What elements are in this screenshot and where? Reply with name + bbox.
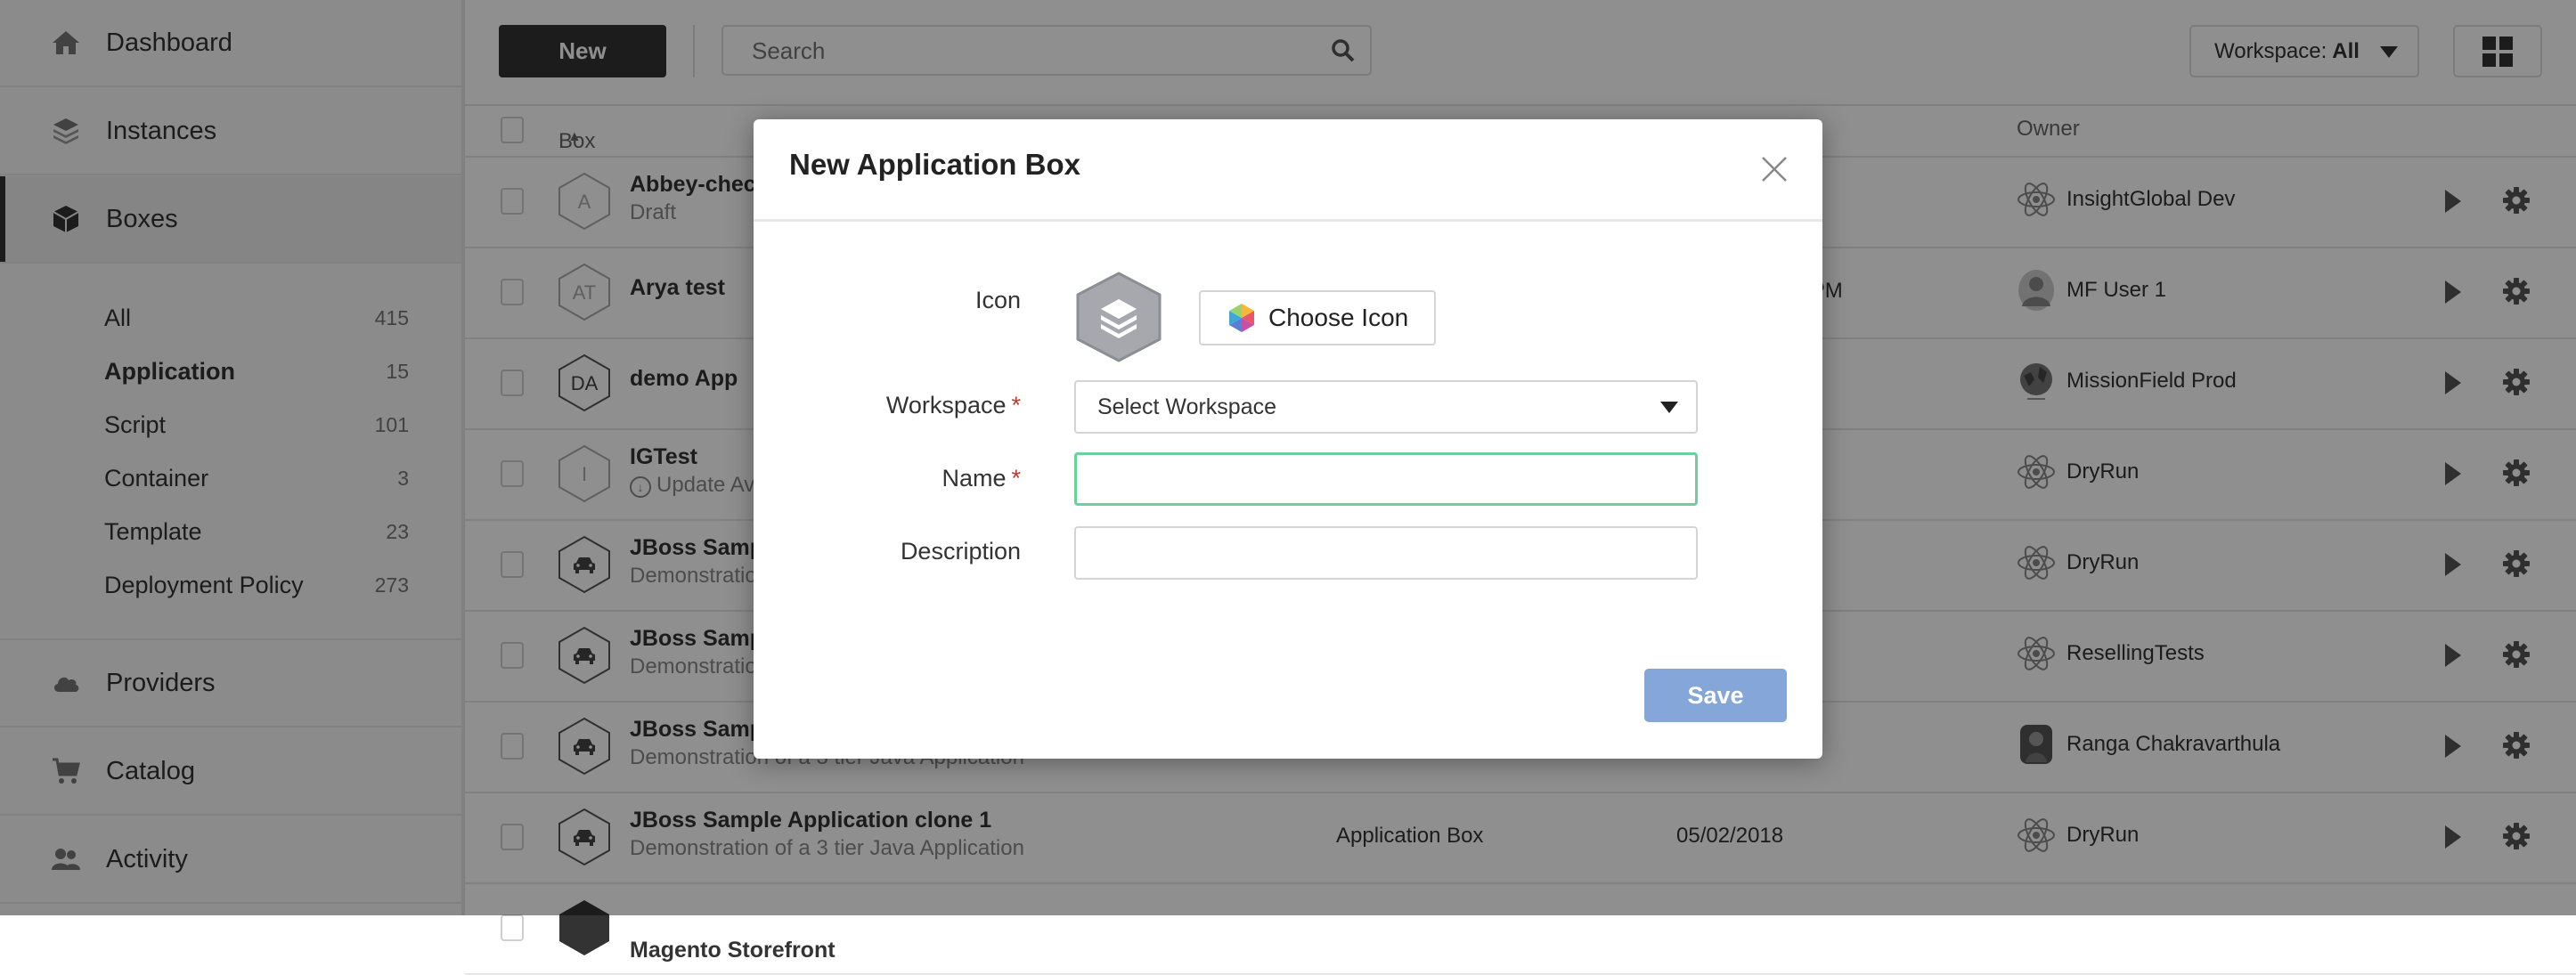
choose-icon-button[interactable]: Choose Icon bbox=[1199, 290, 1436, 345]
modal-title: New Application Box bbox=[789, 148, 1080, 181]
choose-icon-label: Choose Icon bbox=[1268, 304, 1409, 331]
workspace-label: Workspace * bbox=[754, 392, 1021, 419]
close-button[interactable] bbox=[1760, 155, 1789, 183]
new-application-box-dialog: New Application Box Icon Choose Icon Wor… bbox=[754, 119, 1822, 759]
description-label: Description bbox=[900, 538, 1021, 565]
icon-label: Icon bbox=[974, 287, 1021, 313]
name-input[interactable] bbox=[1074, 452, 1698, 506]
required-mark: * bbox=[1011, 465, 1021, 492]
row-checkbox[interactable] bbox=[501, 914, 524, 941]
caret-down-icon bbox=[1660, 402, 1678, 413]
box-icon-preview bbox=[1072, 271, 1165, 368]
name-label-text: Name bbox=[942, 465, 1007, 492]
workspace-label-text: Workspace bbox=[885, 392, 1007, 418]
box-title[interactable]: Magento Storefront bbox=[630, 938, 836, 963]
save-button[interactable]: Save bbox=[1644, 669, 1787, 722]
color-palette-icon bbox=[1229, 304, 1254, 332]
workspace-select-value: Select Workspace bbox=[1097, 394, 1277, 419]
workspace-select[interactable]: Select Workspace bbox=[1074, 380, 1698, 434]
required-mark: * bbox=[1011, 392, 1021, 418]
close-icon bbox=[1762, 157, 1787, 182]
modal-header: New Application Box bbox=[754, 119, 1822, 222]
name-label: Name * bbox=[754, 465, 1021, 492]
description-input[interactable] bbox=[1074, 526, 1698, 580]
